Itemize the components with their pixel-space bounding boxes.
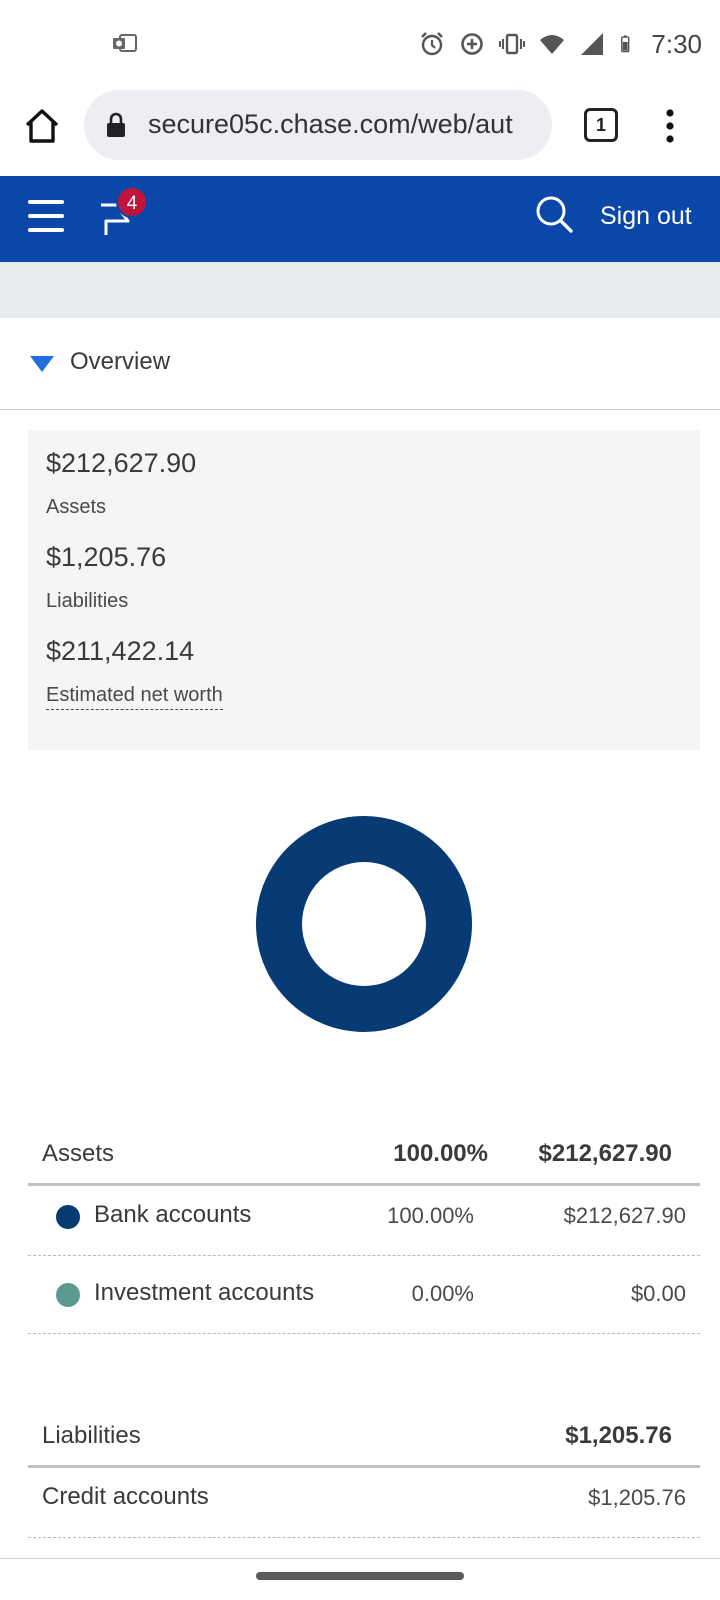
- status-icons: 7:30: [419, 26, 702, 62]
- notification-badge[interactable]: 4: [116, 186, 148, 218]
- liabilities-label: Liabilities: [46, 590, 129, 612]
- gesture-nav-bar[interactable]: [256, 1572, 464, 1580]
- assets-header-total: $212,627.90: [538, 1140, 672, 1167]
- net-worth-amount: $211,422.14: [46, 636, 195, 666]
- asset-row-value: $0.00: [630, 1281, 686, 1306]
- liabilities-header-label: Liabilities: [42, 1422, 141, 1449]
- liability-row-name[interactable]: Credit accounts: [42, 1483, 209, 1511]
- summary-panel: $212,627.90 Assets $1,205.76 Liabilities…: [28, 430, 700, 750]
- asset-row-name[interactable]: Bank accounts: [94, 1201, 251, 1229]
- clock: 7:30: [651, 28, 702, 59]
- asset-row-percent: 100.00%: [387, 1203, 474, 1228]
- liabilities-amount: $1,205.76: [46, 542, 167, 572]
- assets-label: Assets: [46, 496, 107, 518]
- net-worth-label[interactable]: Estimated net worth: [46, 684, 223, 710]
- vibrate-icon: [499, 33, 526, 55]
- overview-title: Overview: [70, 348, 171, 375]
- assets-header-label: Assets: [42, 1140, 115, 1167]
- asset-row-percent: 0.00%: [411, 1281, 474, 1306]
- battery-icon: [621, 35, 630, 53]
- url-text[interactable]: secure05c.chase.com/web/aut: [148, 109, 513, 140]
- more-options-icon[interactable]: [663, 108, 677, 144]
- series-color-swatch: [56, 1205, 80, 1229]
- address-bar[interactable]: secure05c.chase.com/web/aut: [84, 90, 552, 160]
- sign-out-link[interactable]: Sign out: [600, 202, 692, 231]
- asset-row-name[interactable]: Investment accounts: [94, 1279, 314, 1307]
- assets-amount: $212,627.90: [46, 448, 197, 478]
- liability-row-credit[interactable]: Credit accounts $1,205.76: [28, 1460, 700, 1538]
- donut-slice-bank-accounts: [256, 816, 472, 1032]
- asset-row-investment[interactable]: Investment accounts 0.00% $0.00: [28, 1256, 700, 1334]
- hamburger-menu-icon[interactable]: [28, 200, 64, 232]
- series-color-swatch: [56, 1283, 80, 1307]
- home-icon[interactable]: [22, 106, 62, 146]
- asset-row-value: $212,627.90: [563, 1203, 686, 1228]
- outlook-notification-icon: [113, 34, 137, 52]
- tab-switcher-button[interactable]: 1: [584, 108, 618, 142]
- wifi-icon: [540, 35, 565, 54]
- overview-accordion-header[interactable]: Overview: [0, 318, 720, 410]
- asset-donut-chart: [256, 816, 472, 1032]
- signal-icon: [581, 33, 604, 55]
- search-icon[interactable]: [534, 194, 574, 234]
- status-bar: 7:30: [0, 0, 720, 88]
- asset-row-bank[interactable]: Bank accounts 100.00% $212,627.90: [28, 1178, 700, 1256]
- liabilities-header-total: $1,205.76: [565, 1422, 672, 1449]
- lock-icon: [107, 112, 125, 137]
- header-spacer: [0, 262, 720, 318]
- alarm-icon: [421, 32, 444, 56]
- browser-toolbar: secure05c.chase.com/web/aut 1: [0, 88, 720, 176]
- site-header: 4 Sign out: [0, 176, 720, 262]
- bottom-divider: [0, 1558, 720, 1559]
- data-saver-icon: [461, 33, 484, 55]
- assets-header-percent: 100.00%: [393, 1140, 488, 1167]
- liability-row-value: $1,205.76: [588, 1485, 686, 1510]
- caret-down-icon: [30, 356, 54, 372]
